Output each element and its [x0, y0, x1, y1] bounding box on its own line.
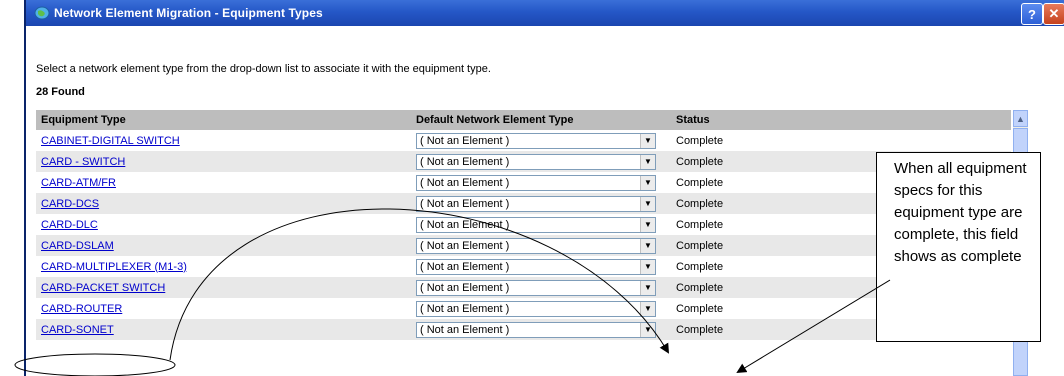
annotation-overlay	[14, 208, 891, 376]
curved-arrow	[169, 208, 670, 361]
highlight-ellipse	[14, 353, 176, 376]
callout-pointer-arrow	[736, 279, 891, 374]
